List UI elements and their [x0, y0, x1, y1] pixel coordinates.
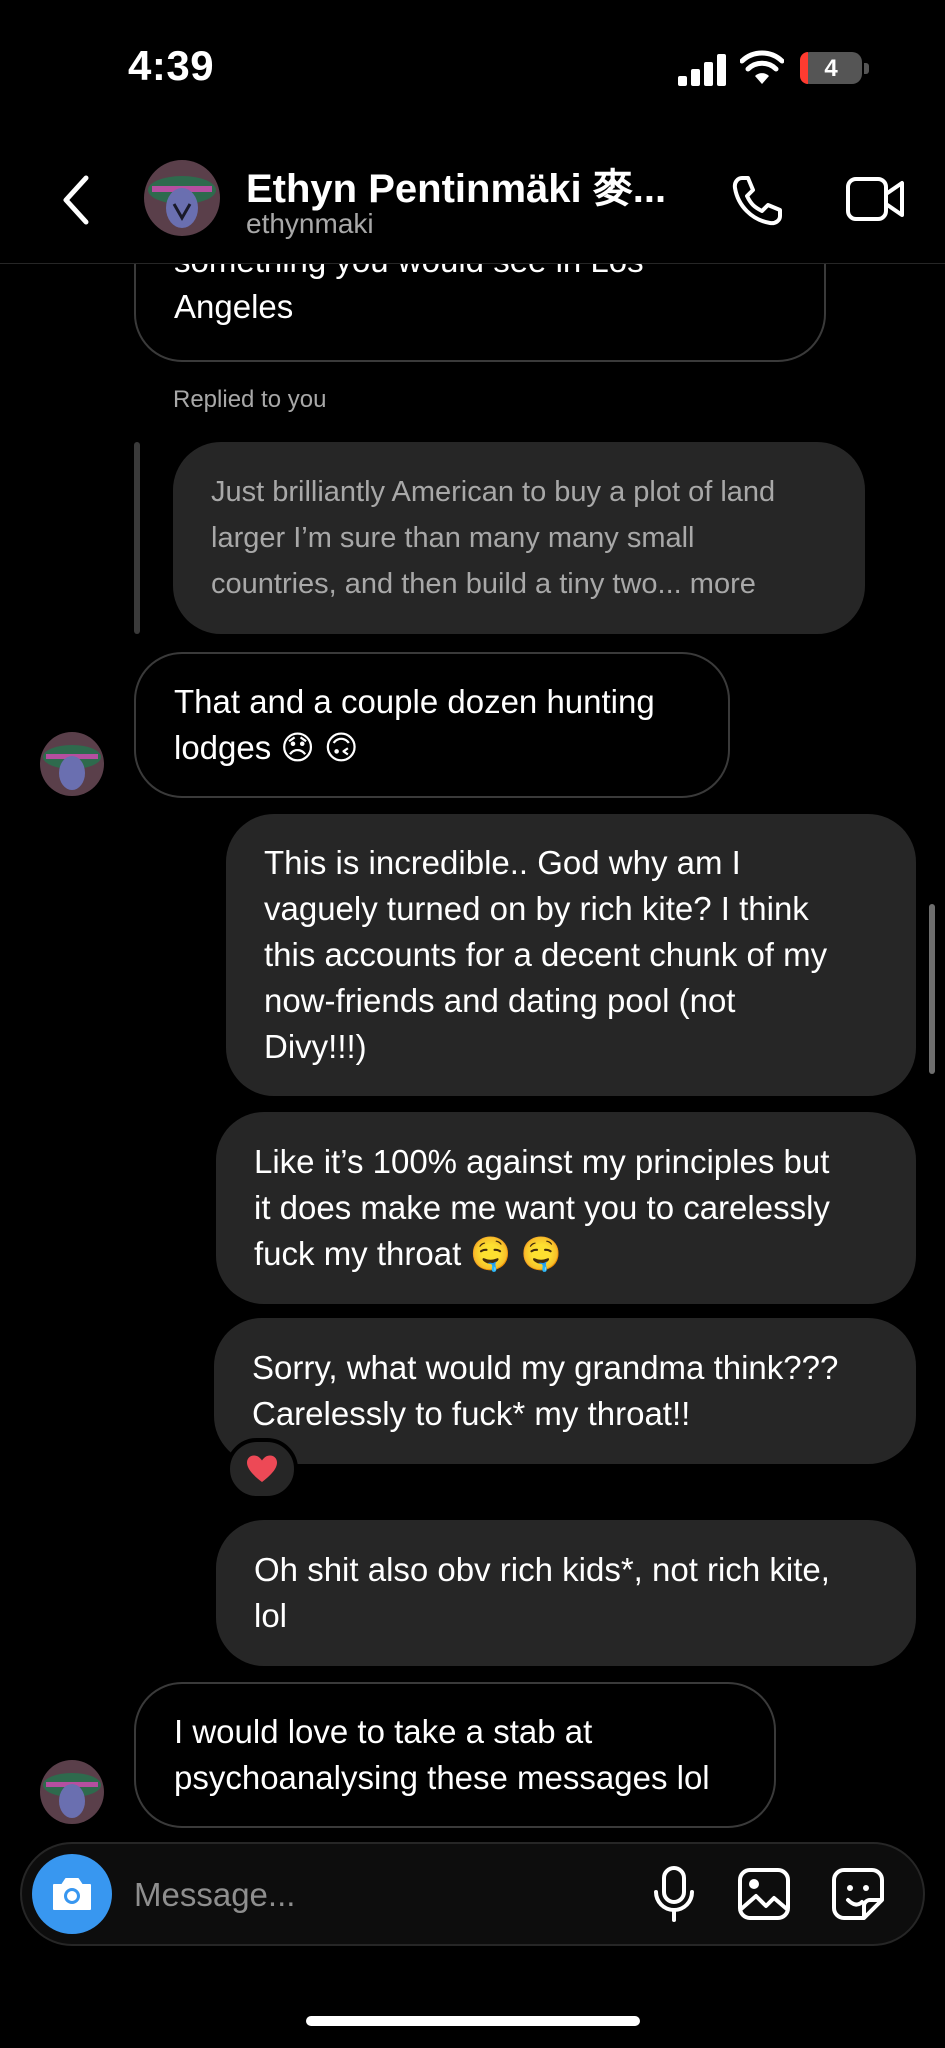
- message-text-line: lol: [254, 1597, 288, 1634]
- message-list[interactable]: something you would see in Los Angeles R…: [0, 264, 945, 1834]
- message-outgoing[interactable]: Sorry, what would my grandma think??? Ca…: [214, 1318, 916, 1464]
- scrollbar[interactable]: [929, 904, 935, 1074]
- heart-reaction[interactable]: [226, 1438, 298, 1500]
- message-outgoing[interactable]: Like it’s 100% against my principles but…: [216, 1112, 916, 1304]
- message-incoming[interactable]: I would love to take a stab at psychoana…: [134, 1682, 776, 1828]
- reply-quote-line: Just brilliantly American to buy a plot …: [211, 476, 776, 508]
- message-text-line: Divy!!!): [264, 1028, 367, 1065]
- gallery-icon[interactable]: [736, 1866, 792, 1922]
- message-text-line: this accounts for a decent chunk of my: [264, 936, 828, 973]
- battery-level: 4: [824, 55, 838, 82]
- battery-cap: [864, 63, 869, 74]
- back-button[interactable]: [56, 170, 96, 230]
- wifi-icon: [740, 50, 784, 84]
- thread-header: Ethyn Pentinmäki 麥... ethynmaki: [0, 130, 945, 264]
- status-time: 4:39: [128, 42, 215, 89]
- message-text-line: it does make me want you to carelessly: [254, 1189, 830, 1226]
- microphone-icon[interactable]: [648, 1864, 700, 1924]
- message-text-line: Sorry, what would my grandma think???: [252, 1349, 839, 1386]
- heart-icon: [247, 1455, 277, 1482]
- message-outgoing[interactable]: This is incredible.. God why am I vaguel…: [226, 814, 916, 1096]
- camera-icon: [53, 1878, 91, 1910]
- message-text-line: vaguely turned on by rich kite? I think: [264, 890, 809, 927]
- phone-call-icon[interactable]: [728, 172, 786, 230]
- sender-avatar[interactable]: [40, 1760, 104, 1824]
- message-text-line: That and a couple dozen hunting: [174, 683, 655, 720]
- message-text-line: something you would see in Los: [174, 264, 644, 284]
- cellular-signal-icon: [678, 54, 728, 86]
- message-incoming[interactable]: That and a couple dozen hunting lodges 😞…: [134, 652, 730, 798]
- message-text-line: This is incredible.. God why am I: [264, 844, 741, 881]
- contact-avatar[interactable]: [144, 160, 220, 236]
- message-composer: [20, 1842, 925, 1946]
- message-text-line: Like it’s 100% against my principles but: [254, 1143, 830, 1180]
- contact-handle[interactable]: ethynmaki: [246, 208, 374, 240]
- battery-icon: 4: [800, 52, 862, 84]
- message-text-line: now-friends and dating pool (not: [264, 982, 736, 1019]
- replied-label: Replied to you: [173, 386, 327, 413]
- message-text-line: Angeles: [174, 288, 294, 325]
- sticker-icon[interactable]: [830, 1866, 886, 1922]
- message-text-line: Carelessly to fuck* my throat!!: [252, 1395, 691, 1432]
- message-text-line: fuck my throat 🤤 🤤: [254, 1235, 562, 1272]
- reply-quote-line: countries, and then build a tiny two... …: [211, 568, 756, 600]
- contact-name[interactable]: Ethyn Pentinmäki 麥...: [246, 156, 666, 214]
- sender-avatar[interactable]: [40, 732, 104, 796]
- message-text-line: lodges 😞 🙃: [174, 729, 359, 766]
- message-input[interactable]: [134, 1872, 514, 1918]
- message-text-line: I would love to take a stab at: [174, 1713, 593, 1750]
- video-call-icon[interactable]: [845, 174, 905, 224]
- camera-button[interactable]: [32, 1854, 112, 1934]
- message-text-line: psychoanalysing these messages lol: [174, 1759, 710, 1796]
- dm-thread-screen: 4:39 4 Ethyn Pentinmäki 麥... ethynmaki A…: [0, 0, 945, 2048]
- message-text-line: Oh shit also obv rich kids*, not rich ki…: [254, 1551, 830, 1588]
- message-outgoing[interactable]: Oh shit also obv rich kids*, not rich ki…: [216, 1520, 916, 1666]
- status-bar: 4:39 4: [0, 0, 945, 130]
- reply-quote-line: larger I’m sure than many many small: [211, 522, 695, 554]
- reply-quote-bubble[interactable]: Just brilliantly American to buy a plot …: [173, 442, 865, 634]
- home-indicator[interactable]: [306, 2016, 640, 2026]
- reply-indicator-bar: [134, 442, 140, 634]
- message-incoming[interactable]: something you would see in Los Angeles: [134, 264, 826, 362]
